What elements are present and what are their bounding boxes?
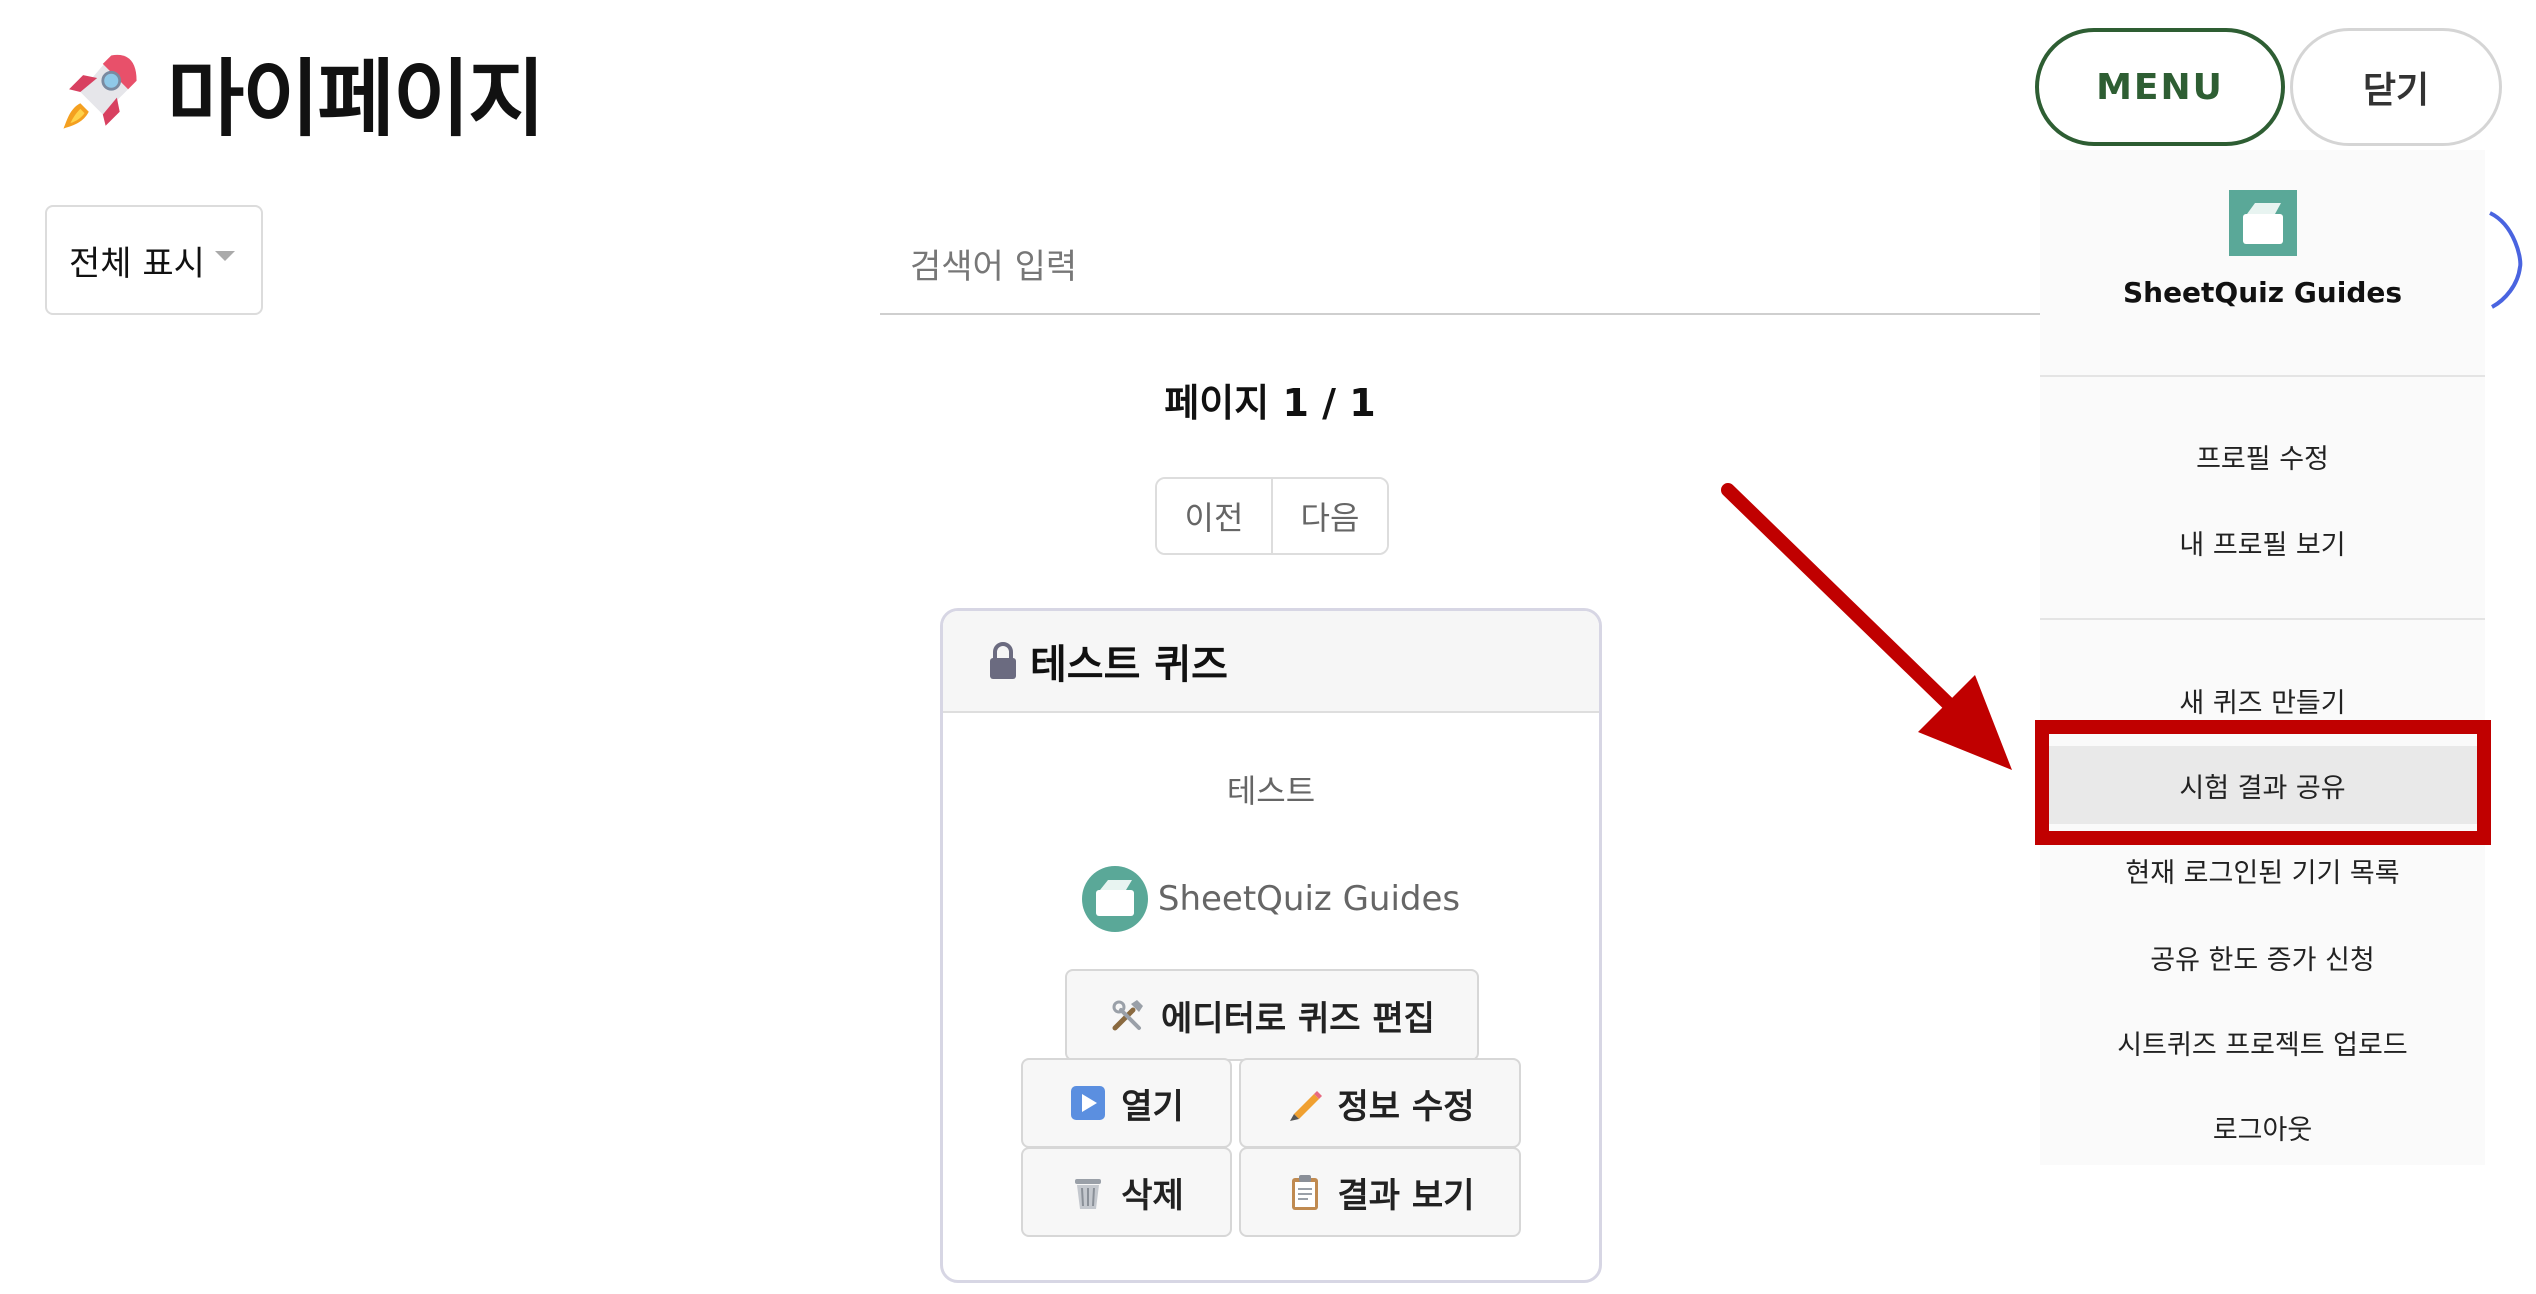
- delete-quiz-label: 삭제: [1121, 1175, 1184, 1216]
- search-input[interactable]: [880, 220, 2040, 315]
- menu-item-project-upload[interactable]: 시트퀴즈 프로젝트 업로드: [2040, 1003, 2485, 1081]
- folder-logo-icon: [2228, 190, 2297, 256]
- play-icon: [1071, 1086, 1106, 1120]
- quiz-creator[interactable]: SheetQuiz Guides: [943, 866, 1599, 932]
- menu-item-edit-profile[interactable]: 프로필 수정: [2040, 417, 2485, 495]
- page-indicator: 페이지 1 / 1: [1164, 381, 1376, 425]
- open-quiz-button[interactable]: 열기: [1021, 1058, 1232, 1148]
- edit-quiz-label: 에디터로 퀴즈 편집: [1161, 998, 1435, 1039]
- menu-brand-name: SheetQuiz Guides: [2122, 276, 2403, 309]
- prev-page-button[interactable]: 이전: [1157, 479, 1271, 553]
- arrow-annotation-icon: [1721, 483, 2012, 770]
- menu-divider: [2040, 618, 2485, 620]
- lock-icon: [990, 642, 1016, 679]
- menu-item-logout[interactable]: 로그아웃: [2040, 1088, 2485, 1166]
- quiz-card-header: 테스트 퀴즈: [943, 611, 1599, 713]
- folder-logo-icon: [1081, 866, 1148, 932]
- menu-brand: SheetQuiz Guides: [2040, 190, 2485, 309]
- page-title-text: 마이페이지: [167, 49, 545, 148]
- edit-info-label: 정보 수정: [1337, 1086, 1475, 1127]
- filter-select[interactable]: 전체 표시: [45, 205, 263, 315]
- pagination-controls: 이전 다음: [1155, 477, 1389, 555]
- tools-icon: [1112, 1000, 1144, 1031]
- menu-item-share-limit-request[interactable]: 공유 한도 증가 신청: [2040, 918, 2485, 996]
- menu-divider: [2040, 375, 2485, 377]
- quiz-description: 테스트: [1226, 772, 1316, 810]
- open-quiz-label: 열기: [1121, 1086, 1184, 1127]
- page-title: 마이페이지: [55, 42, 545, 148]
- menu-button[interactable]: MENU: [2035, 28, 2285, 146]
- edit-quiz-button[interactable]: 에디터로 퀴즈 편집: [1065, 969, 1479, 1061]
- user-menu-dropdown: SheetQuiz Guides 프로필 수정 내 프로필 보기 새 퀴즈 만들…: [2040, 150, 2485, 1165]
- clipboard-icon: [1291, 1175, 1318, 1210]
- edit-info-button[interactable]: 정보 수정: [1239, 1058, 1521, 1148]
- highlight-annotation: [2035, 720, 2491, 845]
- filter-select-value: 전체 표시: [69, 243, 205, 284]
- trash-icon: [1075, 1179, 1102, 1209]
- view-results-button[interactable]: 결과 보기: [1239, 1147, 1521, 1237]
- quiz-card: 테스트 퀴즈 테스트 SheetQuiz Guides 에디터로 퀴즈 편집 열…: [940, 608, 1602, 1283]
- pencil-icon: [1289, 1091, 1322, 1121]
- close-button[interactable]: 닫기: [2290, 28, 2502, 146]
- view-results-label: 결과 보기: [1337, 1175, 1475, 1216]
- delete-quiz-button[interactable]: 삭제: [1021, 1147, 1232, 1237]
- menu-item-view-profile[interactable]: 내 프로필 보기: [2040, 503, 2485, 581]
- quiz-creator-name: SheetQuiz Guides: [1157, 879, 1461, 919]
- rocket-icon: [63, 54, 137, 129]
- quiz-title: 테스트 퀴즈: [1030, 642, 1228, 688]
- chevron-down-icon: [214, 251, 235, 261]
- next-page-button[interactable]: 다음: [1271, 479, 1387, 553]
